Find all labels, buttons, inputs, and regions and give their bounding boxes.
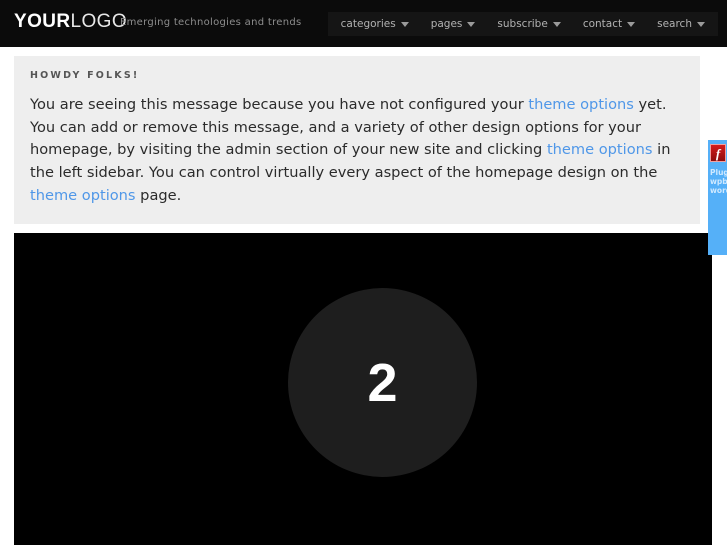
nav-item-search[interactable]: search xyxy=(646,14,716,34)
chevron-down-icon xyxy=(697,21,705,27)
theme-options-link-1[interactable]: theme options xyxy=(528,96,634,113)
flash-bolt-glyph: f xyxy=(715,145,721,161)
theme-notice-box: HOWDY FOLKS! You are seeing this message… xyxy=(14,56,700,224)
notice-body: You are seeing this message because you … xyxy=(30,94,684,208)
flash-bolt-icon: f xyxy=(710,144,726,162)
flash-plugin-tab[interactable]: f Plugin by wpbum.com wordpressthemes xyxy=(708,140,727,255)
nav-item-categories[interactable]: categories xyxy=(330,14,420,34)
theme-options-link-3[interactable]: theme options xyxy=(30,187,136,204)
logo-text-primary: YOUR xyxy=(14,11,71,32)
site-logo[interactable]: YOURLOGO xyxy=(14,11,127,33)
notice-title: HOWDY FOLKS! xyxy=(30,70,140,81)
slide-circle[interactable]: 2 xyxy=(288,288,477,477)
plugin-credit-text: Plugin by wpbum.com wordpressthemes xyxy=(710,168,727,196)
nav-item-pages[interactable]: pages xyxy=(420,14,487,34)
notice-segment: You are seeing this message because you … xyxy=(30,96,529,113)
site-header: YOURLOGO Emerging technologies and trend… xyxy=(0,0,727,47)
chevron-down-icon xyxy=(400,21,409,27)
main-navigation: categories pages subscribe contact searc… xyxy=(327,12,718,36)
logo-text-secondary: LOGO xyxy=(70,11,128,32)
chevron-down-icon xyxy=(467,21,476,27)
nav-item-label: categories xyxy=(340,18,396,30)
site-tagline: Emerging technologies and trends xyxy=(120,17,302,28)
nav-item-subscribe[interactable]: subscribe xyxy=(486,14,571,34)
nav-item-label: subscribe xyxy=(497,18,548,30)
nav-item-label: contact xyxy=(582,18,623,30)
nav-item-label: pages xyxy=(430,18,463,30)
chevron-down-icon xyxy=(627,21,636,27)
theme-options-link-2[interactable]: theme options xyxy=(547,141,653,158)
featured-slider-panel[interactable]: 2 xyxy=(14,233,712,545)
notice-segment: page. xyxy=(135,186,182,204)
nav-item-label: search xyxy=(657,18,692,30)
slide-number-label: 2 xyxy=(367,352,398,413)
chevron-down-icon xyxy=(552,21,561,27)
nav-item-contact[interactable]: contact xyxy=(572,14,646,34)
